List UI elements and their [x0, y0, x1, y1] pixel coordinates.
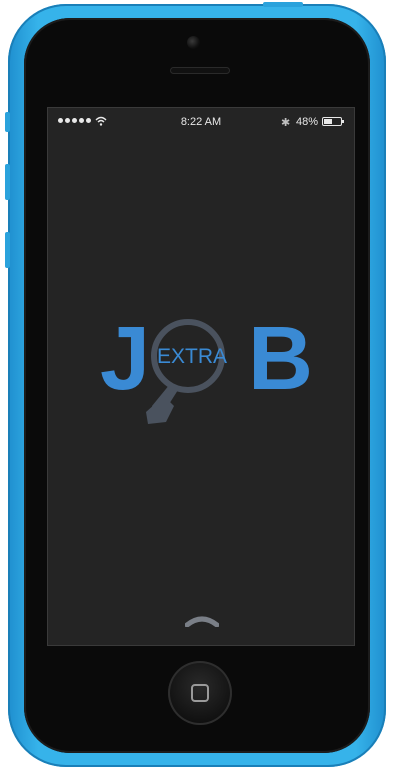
logo-letter-j: J: [100, 309, 151, 409]
home-button[interactable]: [168, 661, 232, 725]
mute-switch: [5, 112, 10, 132]
chevron-up-icon[interactable]: [185, 613, 219, 627]
home-square-icon: [191, 684, 209, 702]
volume-up-button: [5, 164, 10, 200]
battery-icon: [322, 117, 344, 126]
earpiece-speaker: [170, 67, 230, 74]
status-bar: 8:22 AM ✱ 48%: [48, 108, 354, 138]
logo-letter-b: B: [248, 309, 313, 409]
volume-down-button: [5, 232, 10, 268]
screen: 8:22 AM ✱ 48% J EXTRA B: [47, 107, 355, 646]
bluetooth-icon: ✱: [281, 117, 291, 129]
power-button: [263, 2, 303, 7]
battery-percent: 48%: [296, 116, 319, 128]
app-logo: J EXTRA B: [100, 308, 313, 458]
front-camera: [187, 36, 200, 49]
logo-extra-text: EXTRA: [157, 345, 228, 368]
battery-fill: [324, 119, 332, 124]
